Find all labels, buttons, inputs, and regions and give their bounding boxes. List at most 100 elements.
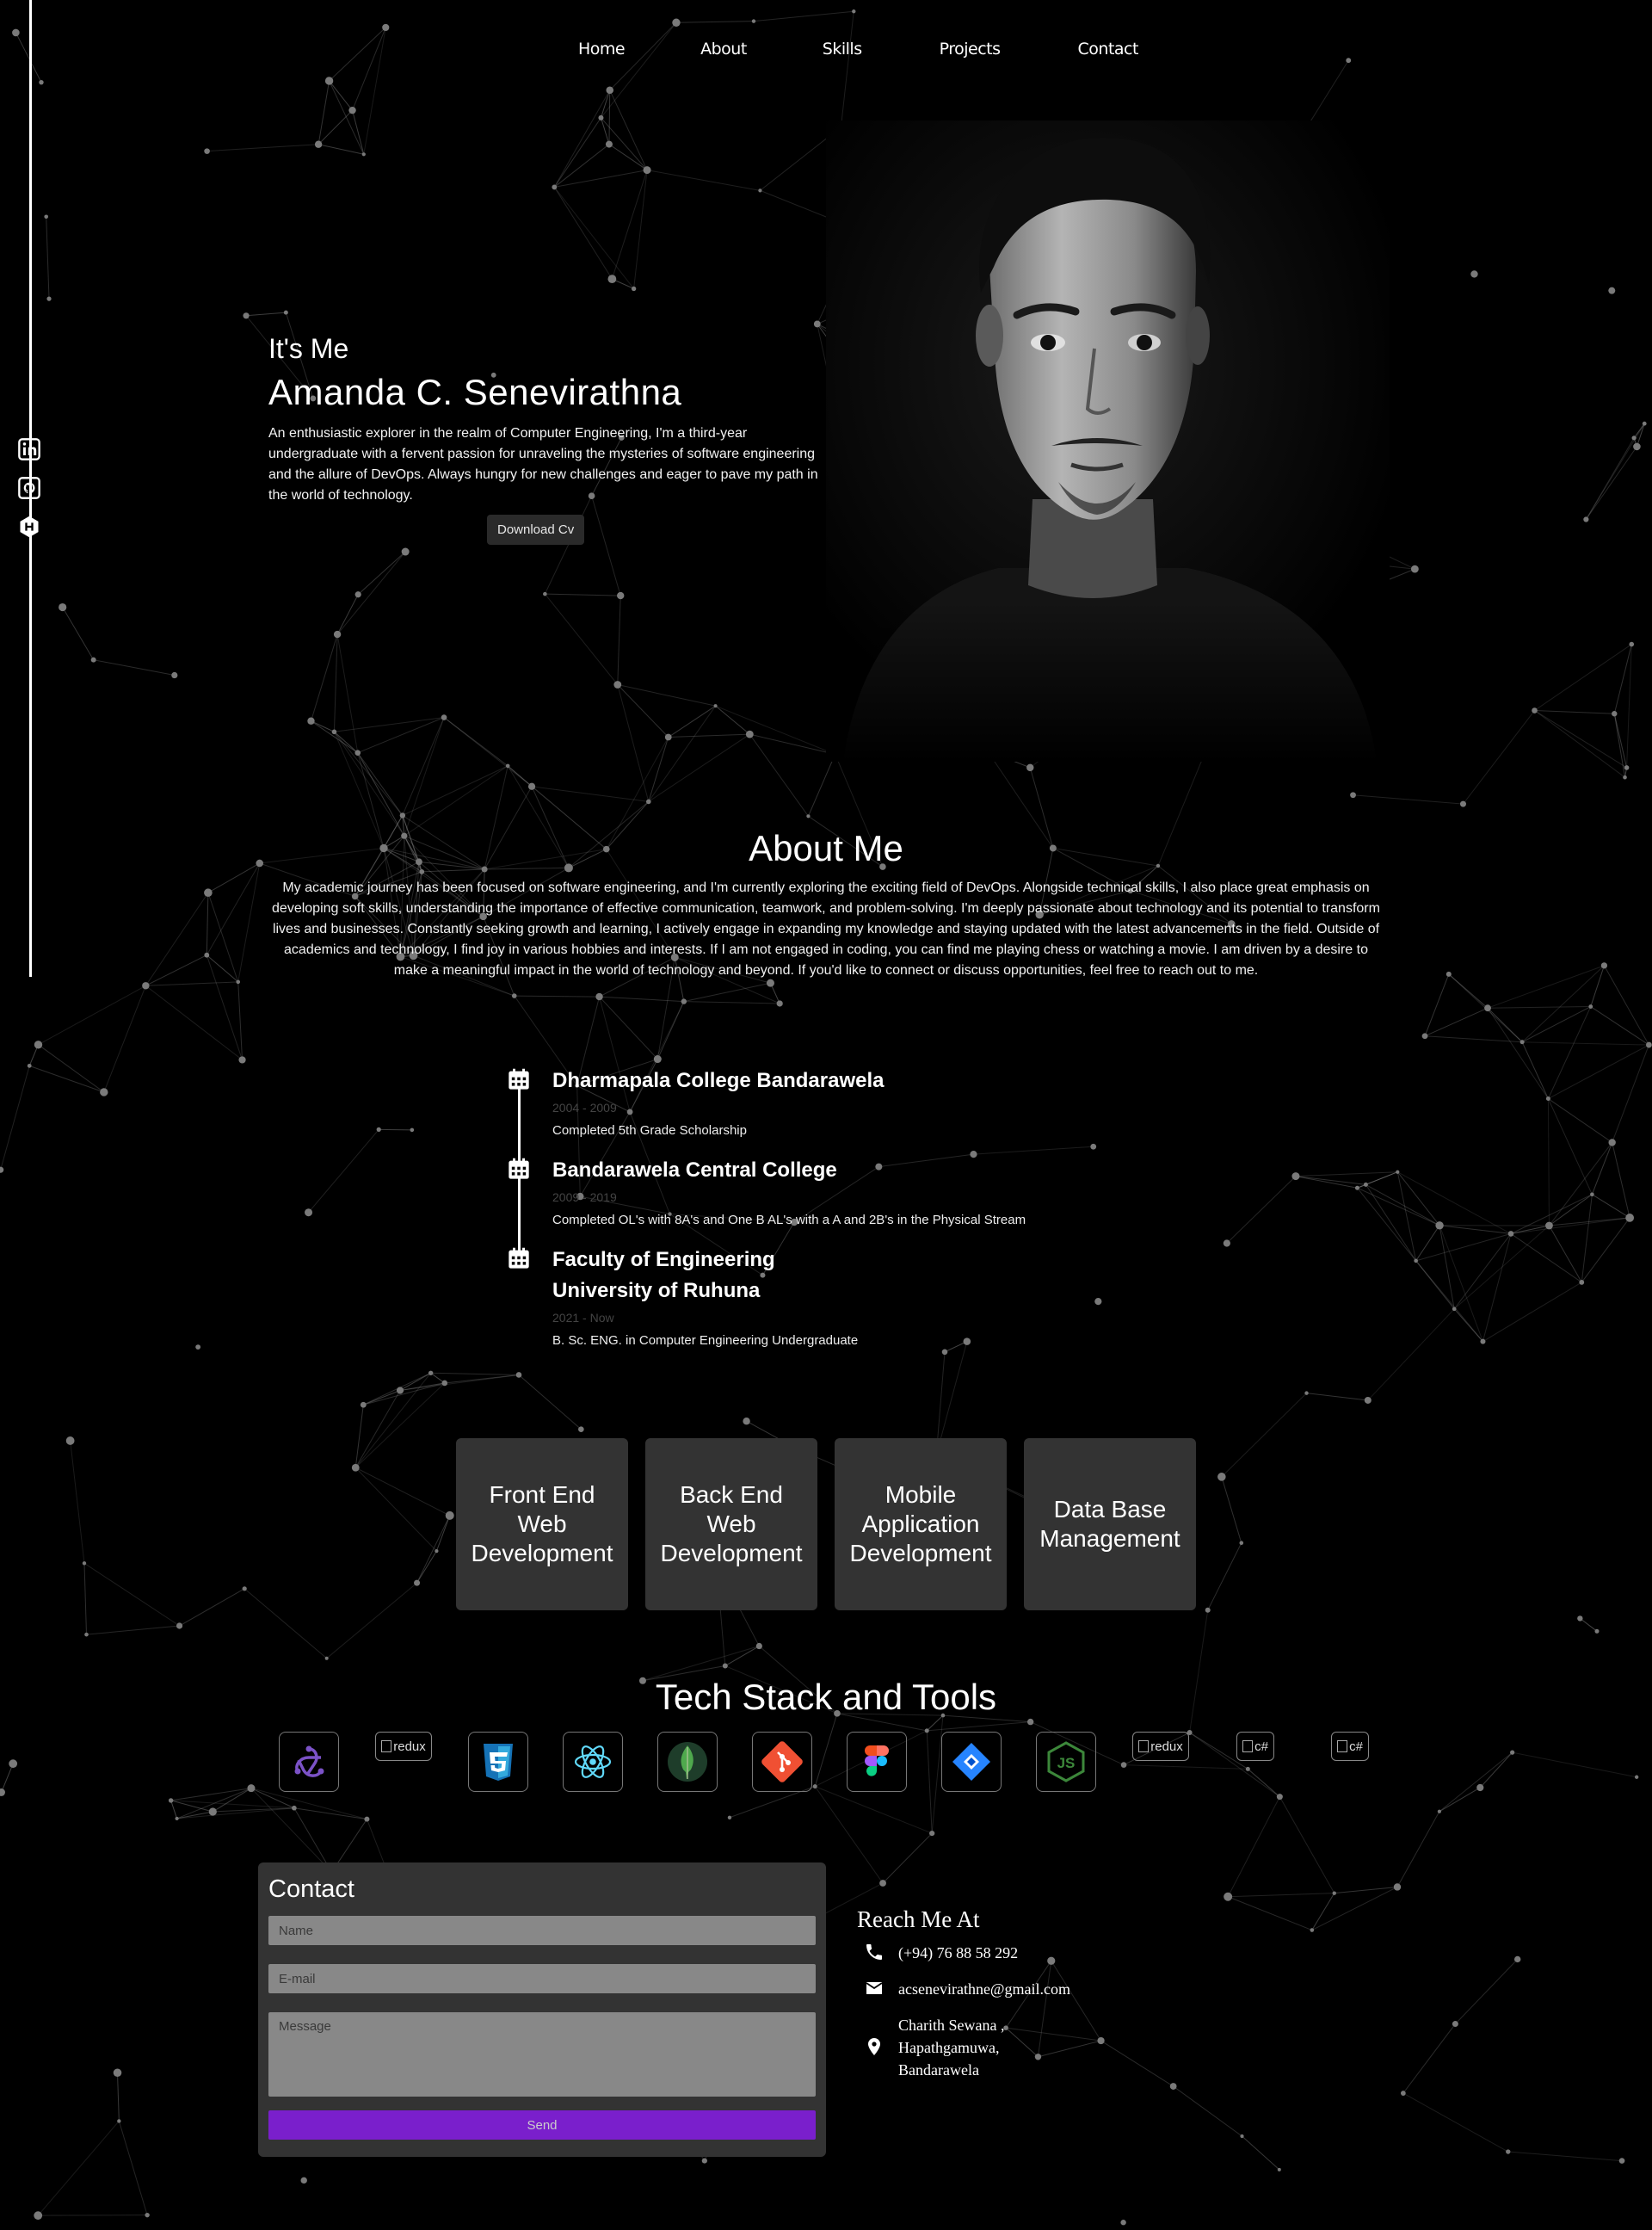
hashnode-icon[interactable] xyxy=(17,515,41,539)
network-node xyxy=(283,310,288,315)
network-node xyxy=(376,1127,381,1132)
message-input[interactable] xyxy=(268,2012,816,2097)
figma-icon[interactable] xyxy=(847,1732,907,1792)
network-line xyxy=(93,659,175,676)
redux-icon[interactable] xyxy=(279,1732,339,1792)
network-node xyxy=(176,1622,183,1629)
network-node xyxy=(0,1166,4,1173)
mongodb-icon[interactable] xyxy=(657,1732,718,1792)
service-card-database[interactable]: Data Base Management xyxy=(1024,1438,1196,1610)
network-node xyxy=(1506,2149,1511,2154)
network-line xyxy=(1,1763,14,1793)
network-line xyxy=(1439,1225,1455,1309)
tech-stack-title: Tech Stack and Tools xyxy=(655,1677,997,1717)
network-node xyxy=(664,733,672,741)
email-text[interactable]: acsenevirathne@gmail.com xyxy=(898,1978,1070,2000)
network-node xyxy=(1459,800,1466,807)
network-line xyxy=(103,985,146,1093)
network-node xyxy=(852,9,856,14)
nodejs-icon[interactable]: JS xyxy=(1036,1732,1096,1792)
network-line xyxy=(1591,1142,1613,1195)
network-node xyxy=(758,188,762,193)
network-node xyxy=(607,275,617,284)
network-node xyxy=(351,1463,360,1472)
network-line xyxy=(1534,644,1632,711)
network-line xyxy=(1397,1171,1512,1234)
network-node xyxy=(333,630,342,639)
network-line xyxy=(145,954,207,986)
network-line xyxy=(749,733,809,817)
github-icon[interactable] xyxy=(17,476,41,500)
network-node xyxy=(1396,1170,1400,1174)
network-node xyxy=(595,992,603,1001)
nav-skills[interactable]: Skills xyxy=(823,40,862,59)
network-line xyxy=(617,684,669,738)
network-node xyxy=(428,1370,434,1375)
network-line xyxy=(815,1786,933,1834)
react-icon[interactable] xyxy=(563,1732,623,1792)
network-node xyxy=(1094,1298,1102,1306)
network-line xyxy=(1488,1006,1591,1009)
network-node xyxy=(324,77,334,85)
linkedin-icon[interactable] xyxy=(17,437,41,461)
network-line xyxy=(1510,1232,1582,1283)
network-node xyxy=(84,1632,89,1637)
service-card-frontend[interactable]: Front End Web Development xyxy=(456,1438,628,1610)
service-card-backend[interactable]: Back End Web Development xyxy=(645,1438,817,1610)
network-node xyxy=(645,799,651,805)
nav-about[interactable]: About xyxy=(700,40,747,59)
network-node xyxy=(1608,287,1616,294)
network-line xyxy=(553,117,601,188)
network-node xyxy=(354,591,361,598)
email-input[interactable] xyxy=(268,1964,816,1993)
network-node xyxy=(552,184,558,190)
network-line xyxy=(668,705,716,738)
network-node xyxy=(243,312,250,319)
network-line xyxy=(402,765,509,816)
download-cv-button[interactable]: Download Cv xyxy=(487,515,585,545)
nav-home[interactable]: Home xyxy=(578,40,626,59)
network-line xyxy=(1226,1176,1297,1244)
network-line xyxy=(1227,1896,1313,1931)
name-input[interactable] xyxy=(268,1916,816,1945)
git-icon[interactable] xyxy=(752,1732,812,1792)
network-node xyxy=(396,1387,404,1394)
service-card-mobile[interactable]: Mobile Application Development xyxy=(835,1438,1007,1610)
nav-contact[interactable]: Contact xyxy=(1078,40,1139,59)
network-node xyxy=(435,1549,439,1554)
network-line xyxy=(1549,1142,1613,1226)
css3-icon[interactable] xyxy=(468,1732,528,1792)
network-line xyxy=(329,27,386,82)
network-node xyxy=(1224,1892,1233,1901)
network-line xyxy=(1521,1041,1549,1099)
network-node xyxy=(360,1401,367,1408)
jira-icon[interactable] xyxy=(941,1732,1002,1792)
network-line xyxy=(591,496,621,596)
nav-projects[interactable]: Projects xyxy=(940,40,1001,59)
phone-text[interactable]: (+94) 76 88 58 292 xyxy=(898,1942,1018,1964)
network-line xyxy=(444,1374,520,1384)
network-node xyxy=(1470,270,1478,278)
network-line xyxy=(553,187,635,289)
network-line xyxy=(357,551,406,596)
network-node xyxy=(813,320,821,328)
broken-image-redux: redux xyxy=(375,1732,432,1761)
network-node xyxy=(204,148,210,154)
network-node xyxy=(1276,1794,1283,1801)
network-line xyxy=(443,717,533,788)
network-line xyxy=(62,607,95,660)
reach-me-section: Reach Me At (+94) 76 88 58 292 acsenevir… xyxy=(857,1902,1201,2095)
send-button[interactable]: Send xyxy=(268,2110,816,2140)
network-node xyxy=(1421,1033,1428,1040)
network-line xyxy=(1227,1796,1280,1897)
about-title: About Me xyxy=(749,828,903,868)
network-node xyxy=(1437,1809,1441,1813)
network-line xyxy=(357,752,404,816)
network-line xyxy=(206,893,209,955)
network-node xyxy=(247,1784,256,1793)
network-node xyxy=(142,982,150,990)
network-line xyxy=(617,683,716,707)
network-line xyxy=(611,170,648,280)
network-node xyxy=(1624,765,1630,770)
phone-icon xyxy=(864,1942,885,1962)
